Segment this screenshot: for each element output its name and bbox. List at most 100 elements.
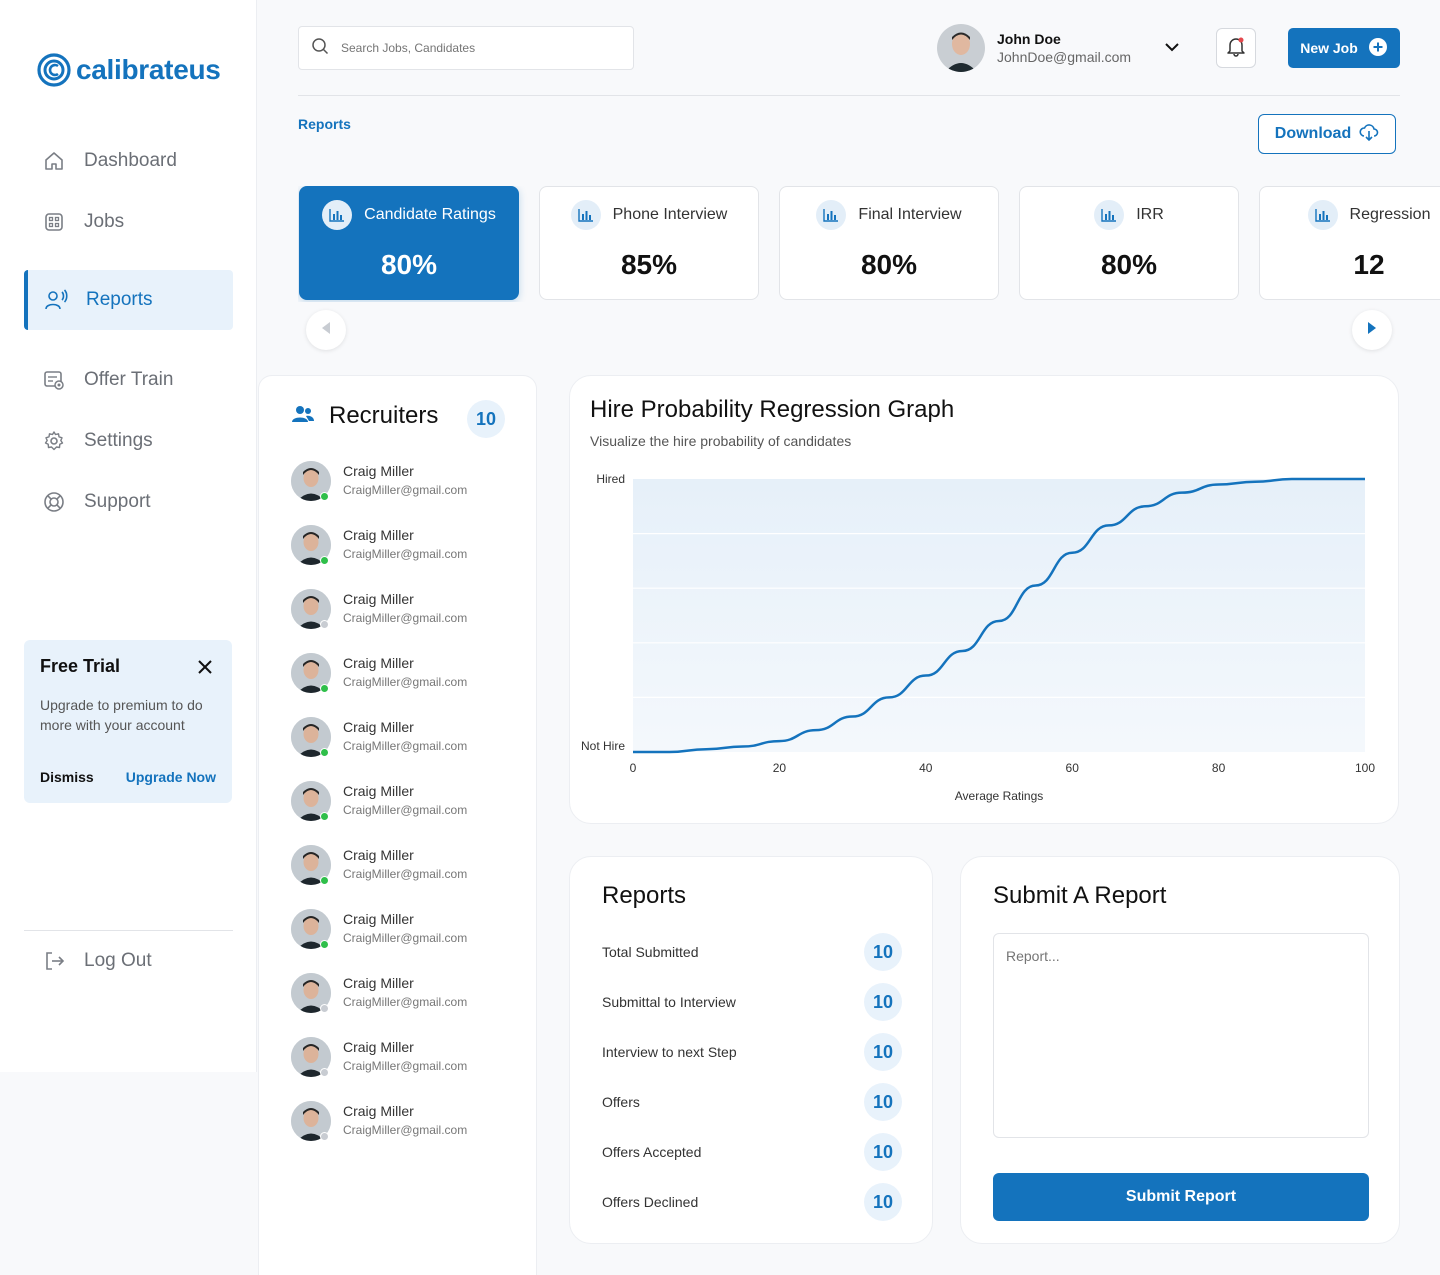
report-value: 10 [864,1133,902,1171]
avatar [291,973,331,1013]
search-icon [311,37,329,60]
x-axis-label: Average Ratings [955,789,1044,803]
report-textarea[interactable] [993,933,1369,1138]
user-email: JohnDoe@gmail.com [997,49,1132,65]
status-dot [320,556,329,565]
sidebar-item-jobs[interactable]: Jobs [24,192,233,252]
y-tick-label: Hired [596,472,625,486]
report-row-offers-accepted: Offers Accepted 10 [602,1132,902,1172]
x-tick-label: 80 [1212,761,1226,775]
recruiter-email: CraigMiller@gmail.com [343,675,468,689]
report-value: 10 [864,983,902,1021]
recruiter-name: Craig Miller [343,719,414,735]
avatar [291,589,331,629]
header-divider [298,95,1400,96]
stat-label: Phone Interview [612,206,728,223]
stat-card-final-interview[interactable]: Final Interview 80% [779,186,999,300]
bell-icon [1225,35,1247,62]
recruiter-email: CraigMiller@gmail.com [343,739,468,753]
recruiter-item[interactable]: Craig Miller CraigMiller@gmail.com [291,909,467,973]
report-value: 10 [864,1083,902,1121]
status-dot [320,1004,329,1013]
status-dot [320,812,329,821]
carousel-next-button[interactable] [1352,310,1392,350]
new-job-button[interactable]: New Job [1288,28,1400,68]
regression-graph-card: Hire Probability Regression Graph Visual… [569,375,1399,824]
recruiter-item[interactable]: Craig Miller CraigMiller@gmail.com [291,1037,467,1101]
trial-title: Free Trial [40,656,121,676]
logo-icon [37,53,71,87]
recruiter-item[interactable]: Craig Miller CraigMiller@gmail.com [291,845,467,909]
search-input[interactable] [341,41,601,55]
x-tick-label: 0 [630,761,637,775]
report-label: Total Submitted [602,944,699,960]
sidebar-item-label: Reports [86,289,153,310]
brand-name: calibrateus [76,54,221,85]
sidebar-item-label: Settings [84,430,153,451]
recruiter-item[interactable]: Craig Miller CraigMiller@gmail.com [291,653,467,717]
report-label: Submittal to Interview [602,994,736,1010]
recruiter-email: CraigMiller@gmail.com [343,547,468,561]
recruiter-item[interactable]: Craig Miller CraigMiller@gmail.com [291,717,467,781]
recruiter-item[interactable]: Craig Miller CraigMiller@gmail.com [291,525,467,589]
sidebar-item-settings[interactable]: Settings [24,411,233,471]
dismiss-button[interactable]: Dismiss [40,769,94,785]
search-bar[interactable] [298,26,634,70]
sidebar-item-support[interactable]: Support [24,472,233,532]
notification-button[interactable] [1216,28,1256,68]
upgrade-button[interactable]: Upgrade Now [126,769,216,785]
status-dot [320,876,329,885]
carousel-prev-button[interactable] [306,310,346,350]
chevron-down-icon[interactable] [1163,38,1181,56]
stat-card-regression[interactable]: Regression 12 [1259,186,1440,300]
close-icon[interactable] [196,658,214,676]
sidebar-item-reports[interactable]: Reports [24,270,233,330]
breadcrumb[interactable]: Reports [298,116,351,132]
sidebar-item-label: Jobs [84,211,125,232]
recruiter-email: CraigMiller@gmail.com [343,995,468,1009]
status-dot [320,1132,329,1141]
submit-report-button[interactable]: Submit Report [993,1173,1369,1221]
status-dot [320,748,329,757]
stat-cards: Candidate Ratings 80% Phone Interview 85… [298,186,1440,302]
bar-chart-icon [1307,200,1338,230]
reports-title: Reports [602,882,687,909]
x-tick-label: 20 [773,761,787,775]
recruiter-item[interactable]: Craig Miller CraigMiller@gmail.com [291,461,467,525]
sidebar-item-dashboard[interactable]: Dashboard [24,131,233,191]
users-icon [291,404,315,429]
trial-text: Upgrade to premium to do more with your … [40,697,203,733]
status-dot [320,684,329,693]
stat-value: 80% [860,249,918,280]
status-dot [320,940,329,949]
stat-card-candidate-ratings[interactable]: Candidate Ratings 80% [299,186,519,300]
avatar [291,525,331,565]
sidebar-item-offer-train[interactable]: Offer Train [24,350,233,410]
stat-label: Candidate Ratings [364,206,496,223]
x-tick-label: 60 [1066,761,1080,775]
logout-button[interactable]: Log Out [24,931,233,991]
report-row-offers: Offers 10 [602,1082,902,1122]
sidebar-item-label: Dashboard [84,150,177,171]
download-button[interactable]: Download [1258,114,1396,154]
stat-value: 80% [1100,249,1158,280]
avatar [291,845,331,885]
logout-label: Log Out [84,950,152,971]
grid-icon [42,210,66,234]
y-tick-label: Not Hire [581,739,625,753]
brand-logo[interactable]: calibrateus [36,52,221,88]
stat-card-phone-interview[interactable]: Phone Interview 85% [539,186,759,300]
user-profile[interactable]: John Doe JohnDoe@gmail.com [937,24,1131,72]
recruiters-panel: Recruiters 10 Craig Miller CraigMiller@gm… [258,375,537,1275]
recruiter-item[interactable]: Craig Miller CraigMiller@gmail.com [291,973,467,1037]
recruiter-email: CraigMiller@gmail.com [343,803,468,817]
recruiter-email: CraigMiller@gmail.com [343,611,468,625]
recruiter-item[interactable]: Craig Miller CraigMiller@gmail.com [291,1101,467,1165]
recruiter-item[interactable]: Craig Miller CraigMiller@gmail.com [291,589,467,653]
recruiter-name: Craig Miller [343,463,414,479]
recruiter-item[interactable]: Craig Miller CraigMiller@gmail.com [291,781,467,845]
recruiters-count: 10 [467,400,505,438]
stat-card-irr[interactable]: IRR 80% [1019,186,1239,300]
recruiter-name: Craig Miller [343,1103,414,1119]
recruiter-name: Craig Miller [343,655,414,671]
